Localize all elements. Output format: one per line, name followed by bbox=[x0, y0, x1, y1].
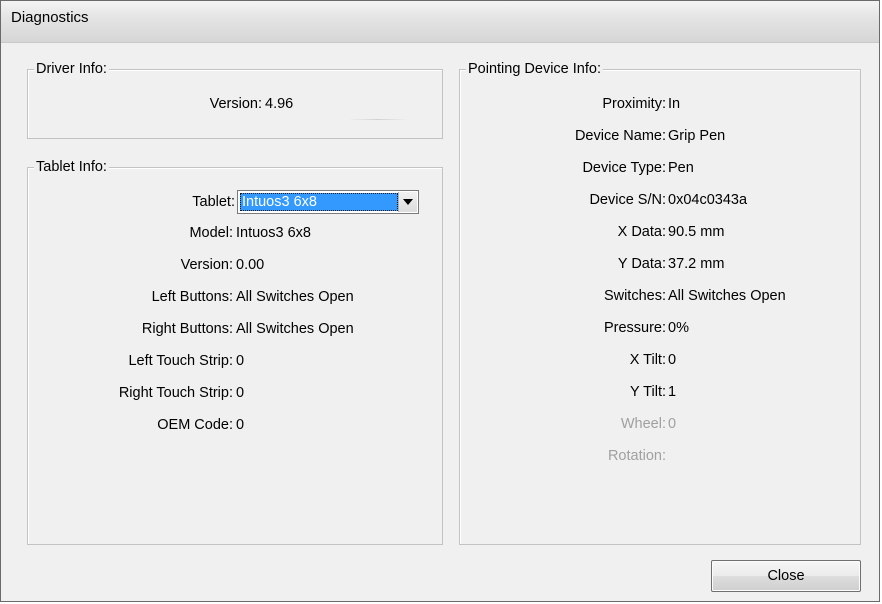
tablet-info-group: Tablet Info: Tablet: Intuos3 6x8 Model: I… bbox=[27, 158, 443, 545]
tablet-info-row-label: Right Buttons: bbox=[141, 321, 233, 337]
pointing-info-row: X Data: 90.5 mm bbox=[460, 222, 860, 242]
close-button[interactable]: Close bbox=[711, 560, 861, 592]
pointing-info-row-label: Device Type: bbox=[582, 160, 666, 176]
tablet-info-row-label: Right Touch Strip: bbox=[118, 385, 233, 401]
pointing-info-row-label: X Tilt: bbox=[629, 352, 666, 368]
pointing-info-row-value: 0x04c0343a bbox=[668, 192, 748, 208]
pointing-info-row: Wheel: 0 bbox=[460, 414, 860, 434]
pointing-info-row: Device Name: Grip Pen bbox=[460, 126, 860, 146]
diagnostics-window: Diagnostics Driver Info: Version: 4.96 T… bbox=[0, 0, 880, 602]
tablet-info-row-label: Left Buttons: bbox=[151, 289, 233, 305]
pointing-info-row-label: Proximity: bbox=[602, 96, 666, 112]
tablet-info-row-label: Version: bbox=[180, 257, 233, 273]
tablet-info-row-value: 0 bbox=[236, 385, 245, 401]
pointing-info-row: Proximity: In bbox=[460, 94, 860, 114]
tablet-info-row-value: 0 bbox=[236, 417, 245, 433]
pointing-info-row: X Tilt: 0 bbox=[460, 350, 860, 370]
tablet-info-row: Model: Intuos3 6x8 bbox=[28, 223, 442, 243]
dropdown-arrow-button[interactable] bbox=[398, 192, 417, 212]
pointing-info-row: Y Tilt: 1 bbox=[460, 382, 860, 402]
decorative-divider bbox=[348, 119, 408, 120]
pointing-info-row: Switches: All Switches Open bbox=[460, 286, 860, 306]
tablet-select-row: Tablet: bbox=[28, 192, 235, 212]
tablet-select-dropdown[interactable]: Intuos3 6x8 bbox=[237, 190, 419, 214]
tablet-info-row-value: 0 bbox=[236, 353, 245, 369]
tablet-info-row: Right Buttons: All Switches Open bbox=[28, 319, 442, 339]
pointing-info-row-value: 90.5 mm bbox=[668, 224, 725, 240]
pointing-info-row: Device S/N: 0x04c0343a bbox=[460, 190, 860, 210]
pointing-info-row-label: Device S/N: bbox=[589, 192, 666, 208]
pointing-info-row-label: Pressure: bbox=[603, 320, 666, 336]
pointing-device-info-legend: Pointing Device Info: bbox=[466, 60, 603, 78]
driver-info-legend: Driver Info: bbox=[34, 60, 109, 78]
tablet-info-legend: Tablet Info: bbox=[34, 158, 109, 176]
pointing-info-row-label: Wheel: bbox=[620, 416, 666, 432]
driver-info-group: Driver Info: Version: 4.96 bbox=[27, 60, 443, 139]
driver-version-value: 4.96 bbox=[265, 96, 294, 112]
pointing-info-row-label: X Data: bbox=[617, 224, 666, 240]
tablet-info-row: Right Touch Strip: 0 bbox=[28, 383, 442, 403]
pointing-info-row: Device Type: Pen bbox=[460, 158, 860, 178]
pointing-info-row-value: 0 bbox=[668, 416, 677, 432]
window-title: Diagnostics bbox=[11, 9, 89, 26]
pointing-info-row-label: Y Data: bbox=[617, 256, 666, 272]
tablet-info-row-label: Model: bbox=[189, 225, 233, 241]
pointing-info-row-label: Switches: bbox=[603, 288, 666, 304]
chevron-down-icon bbox=[403, 199, 413, 205]
pointing-device-info-group: Pointing Device Info: Proximity: In Device… bbox=[459, 60, 861, 545]
pointing-info-row-value: Grip Pen bbox=[668, 128, 726, 144]
tablet-info-row: OEM Code: 0 bbox=[28, 415, 442, 435]
pointing-info-row-value: Pen bbox=[668, 160, 694, 176]
tablet-info-row: Left Buttons: All Switches Open bbox=[28, 287, 442, 307]
pointing-info-row-value: 0 bbox=[668, 352, 677, 368]
pointing-info-row-label: Device Name: bbox=[574, 128, 666, 144]
tablet-info-row-value: All Switches Open bbox=[236, 321, 354, 337]
dialog-client-area: Driver Info: Version: 4.96 Tablet Info: … bbox=[1, 43, 879, 601]
tablet-info-row-label: Left Touch Strip: bbox=[128, 353, 233, 369]
tablet-info-row-label: OEM Code: bbox=[157, 417, 233, 433]
pointing-info-row: Rotation: bbox=[460, 446, 860, 466]
driver-version-label: Version: bbox=[209, 96, 262, 112]
pointing-info-row-value: All Switches Open bbox=[668, 288, 786, 304]
pointing-info-row-value: In bbox=[668, 96, 681, 112]
pointing-info-row-value: 1 bbox=[668, 384, 677, 400]
title-bar[interactable]: Diagnostics bbox=[1, 1, 879, 43]
pointing-info-row-value: 0% bbox=[668, 320, 689, 336]
pointing-info-row: Pressure: 0% bbox=[460, 318, 860, 338]
tablet-info-row-value: Intuos3 6x8 bbox=[236, 225, 311, 241]
tablet-info-row: Left Touch Strip: 0 bbox=[28, 351, 442, 371]
tablet-select-label: Tablet: bbox=[192, 194, 235, 210]
driver-version-row: Version: 4.96 bbox=[28, 94, 442, 114]
pointing-info-row-value: 37.2 mm bbox=[668, 256, 725, 272]
tablet-info-row-value: All Switches Open bbox=[236, 289, 354, 305]
pointing-info-row: Y Data: 37.2 mm bbox=[460, 254, 860, 274]
pointing-info-row-label: Y Tilt: bbox=[630, 384, 666, 400]
tablet-selected-value: Intuos3 6x8 bbox=[240, 193, 398, 211]
tablet-info-row: Version: 0.00 bbox=[28, 255, 442, 275]
pointing-info-row-label: Rotation: bbox=[607, 448, 666, 464]
tablet-info-row-value: 0.00 bbox=[236, 257, 265, 273]
